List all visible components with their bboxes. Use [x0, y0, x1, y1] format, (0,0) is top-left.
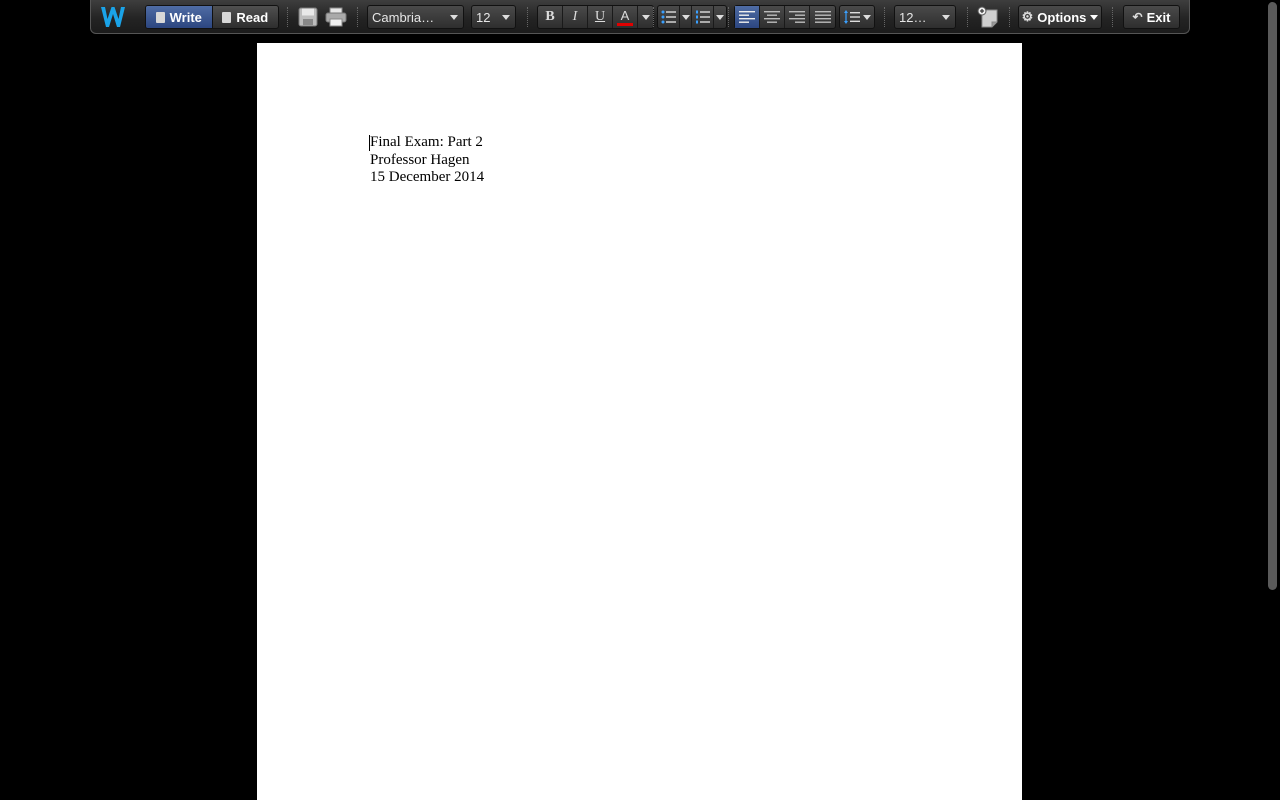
font-family-value: Cambria… [372, 9, 435, 25]
line-spacing-icon [843, 10, 860, 24]
text-format-group: B I U A [537, 5, 654, 29]
gear-icon: ⚙ [1021, 9, 1034, 24]
numbered-list-dropdown[interactable] [714, 6, 726, 28]
chevron-down-icon [681, 14, 690, 20]
options-button[interactable]: ⚙ Options [1018, 5, 1102, 29]
w-logo-icon[interactable] [99, 3, 127, 31]
italic-button[interactable]: I [563, 6, 588, 28]
font-size-value: 12 [476, 9, 491, 25]
vertical-scrollbar[interactable] [1267, 2, 1278, 798]
separator [728, 7, 729, 27]
book-icon [222, 11, 232, 23]
separator [653, 7, 654, 27]
options-label: Options [1037, 9, 1087, 25]
font-color-dropdown[interactable] [638, 6, 653, 28]
chevron-down-icon [497, 14, 515, 20]
insert-note-button[interactable] [976, 5, 1000, 29]
mode-switch: Write Read [145, 5, 279, 29]
numbered-list-icon [695, 10, 710, 24]
zoom-select[interactable]: 12… [894, 5, 956, 29]
align-justify-icon [814, 11, 831, 23]
write-icon [155, 11, 165, 23]
exit-label: Exit [1146, 9, 1171, 25]
document-line-title: Final Exam: Part 2 [370, 134, 483, 150]
separator [1112, 7, 1113, 27]
document-line-professor: Professor Hagen [370, 151, 470, 168]
align-justify-button[interactable] [810, 6, 835, 28]
document-page[interactable]: Final Exam: Part 2 Professor Hagen 15 De… [257, 43, 1022, 800]
bullet-list-icon [661, 10, 676, 24]
align-right-button[interactable] [785, 6, 810, 28]
separator [884, 7, 885, 27]
font-size-select[interactable]: 12 [471, 5, 516, 29]
chevron-down-icon [716, 14, 724, 20]
align-center-icon [764, 11, 780, 23]
scrollbar-thumb[interactable] [1268, 2, 1277, 590]
back-arrow-icon: ↶ [1132, 10, 1143, 24]
printer-icon [325, 7, 347, 27]
font-family-select[interactable]: Cambria… [367, 5, 464, 29]
read-label: Read [236, 9, 269, 25]
print-button[interactable] [324, 5, 348, 29]
bold-button[interactable]: B [538, 6, 563, 28]
insert-note-icon [977, 6, 998, 28]
floppy-disk-icon [298, 7, 318, 27]
align-center-button[interactable] [760, 6, 785, 28]
bullet-list-button[interactable] [658, 6, 680, 28]
write-button[interactable]: Write [146, 6, 213, 28]
align-right-icon [789, 11, 805, 23]
underline-button[interactable]: U [588, 6, 613, 28]
align-left-button[interactable] [735, 6, 760, 28]
font-color-swatch [617, 22, 633, 26]
chevron-down-icon [862, 14, 871, 20]
list-format-group [657, 5, 727, 29]
align-left-icon [739, 11, 755, 23]
numbered-list-button[interactable] [692, 6, 714, 28]
bullet-list-dropdown[interactable] [680, 6, 692, 28]
chevron-down-icon [445, 14, 463, 20]
font-color-label: A [620, 7, 630, 23]
line-spacing-button[interactable] [840, 6, 874, 28]
read-button[interactable]: Read [213, 6, 279, 28]
chevron-down-icon [1090, 14, 1099, 20]
font-color-button[interactable]: A [613, 6, 638, 28]
chevron-down-icon [641, 14, 650, 20]
separator [287, 7, 288, 27]
zoom-value: 12… [899, 9, 927, 25]
separator [1009, 7, 1010, 27]
write-label: Write [169, 9, 202, 25]
toolbar: Write Read Cambria… 12 B I U A 12… ⚙ Opt… [90, 0, 1190, 34]
alignment-group [734, 5, 836, 29]
chevron-down-icon [937, 14, 955, 20]
line-spacing-group [839, 5, 875, 29]
separator [357, 7, 358, 27]
separator [967, 7, 968, 27]
separator [527, 7, 528, 27]
document-body[interactable]: Final Exam: Part 2 Professor Hagen 15 De… [370, 134, 484, 187]
save-button[interactable] [296, 5, 320, 29]
document-line-date: 15 December 2014 [370, 169, 485, 185]
exit-button[interactable]: ↶ Exit [1123, 5, 1180, 29]
